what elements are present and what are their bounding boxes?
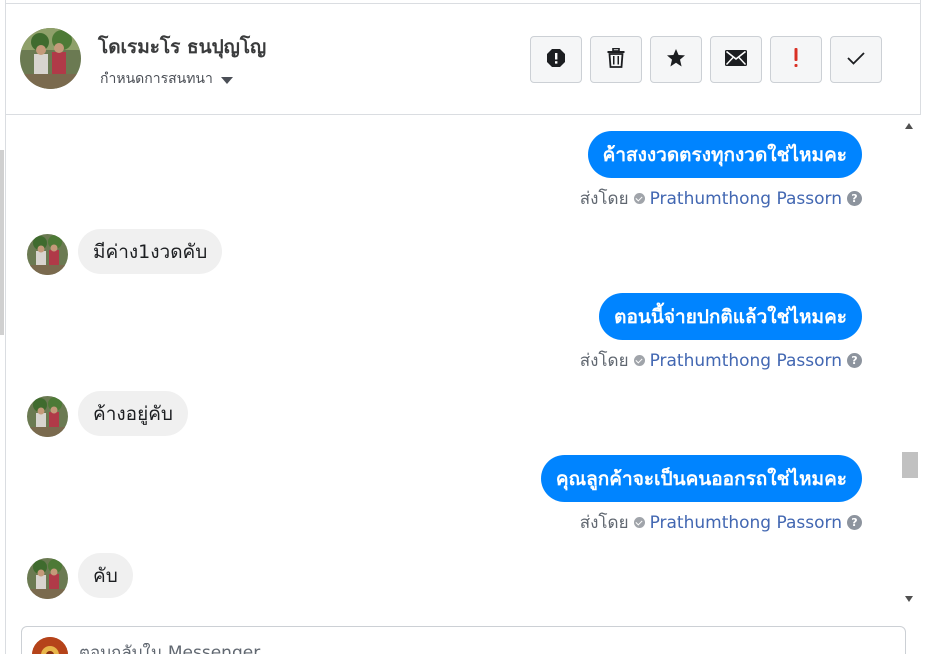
conversation-settings-label: กำหนดการสนทนา	[100, 71, 213, 87]
report-button[interactable]	[530, 36, 582, 83]
conversation-settings-dropdown[interactable]: กำหนดการสนทนา	[100, 68, 233, 90]
star-button[interactable]	[650, 36, 702, 83]
incoming-message-bubble[interactable]: มีค่าง1งวดคับ	[78, 229, 223, 274]
sent-by-line: ส่งโดย Prathumthong Passorn ?	[580, 347, 862, 374]
contact-avatar-small[interactable]	[27, 558, 68, 599]
reply-input[interactable]	[79, 643, 779, 654]
sent-by-line: ส่งโดย Prathumthong Passorn ?	[580, 185, 862, 212]
mark-done-button[interactable]	[830, 36, 882, 83]
sent-by-author-link[interactable]: Prathumthong Passorn	[650, 189, 842, 209]
action-toolbar	[530, 36, 882, 83]
sent-by-label: ส่งโดย	[579, 189, 629, 209]
question-mark-icon[interactable]: ?	[847, 515, 862, 530]
checkmark-icon	[846, 50, 866, 70]
trash-icon	[607, 47, 625, 72]
verified-check-icon	[633, 355, 645, 366]
left-panel-scroll-strip	[0, 150, 4, 335]
outgoing-message-bubble[interactable]: ค้าสงงวดตรงทุกงวดใช่ไหมคะ	[587, 131, 862, 178]
reply-composer	[21, 626, 906, 654]
mark-spam-button[interactable]	[770, 36, 822, 83]
thread-scrollbar[interactable]	[900, 115, 920, 610]
outgoing-message-bubble[interactable]: ตอนนี้จ่ายปกติแล้วใช่ไหมคะ	[599, 293, 862, 340]
question-mark-icon[interactable]: ?	[847, 191, 862, 206]
incoming-message-bubble[interactable]: ค้างอยู่คับ	[78, 391, 188, 436]
report-icon	[546, 48, 566, 72]
verified-check-icon	[633, 517, 645, 528]
sent-by-label: ส่งโดย	[579, 513, 629, 533]
page-avatar	[32, 637, 68, 654]
envelope-icon	[725, 49, 747, 70]
delete-button[interactable]	[590, 36, 642, 83]
mark-unread-button[interactable]	[710, 36, 762, 83]
contact-avatar-small[interactable]	[27, 396, 68, 437]
caret-down-icon	[220, 76, 233, 84]
message-thread[interactable]: ค้าสงงวดตรงทุกงวดใช่ไหมคะ ส่งโดย Prathum…	[6, 115, 900, 610]
sent-by-author-link[interactable]: Prathumthong Passorn	[650, 351, 842, 371]
sent-by-label: ส่งโดย	[579, 351, 629, 371]
contact-avatar-small[interactable]	[27, 234, 68, 275]
star-icon	[666, 48, 686, 72]
question-mark-icon[interactable]: ?	[847, 353, 862, 368]
outgoing-message-bubble[interactable]: คุณลูกค้าจะเป็นคนออกรถใช่ไหมคะ	[540, 455, 862, 502]
contact-avatar[interactable]	[20, 28, 81, 89]
scroll-up-arrow-icon[interactable]	[905, 123, 913, 129]
conversation-header: โดเรมะโร ธนปุญโญ กำหนดการสนทนา	[6, 4, 920, 115]
verified-check-icon	[633, 193, 645, 204]
right-border	[920, 0, 921, 115]
incoming-message-bubble[interactable]: คับ	[78, 553, 133, 598]
sent-by-line: ส่งโดย Prathumthong Passorn ?	[580, 509, 862, 536]
scrollbar-thumb[interactable]	[902, 452, 918, 478]
sent-by-author-link[interactable]: Prathumthong Passorn	[650, 513, 842, 533]
contact-name[interactable]: โดเรมะโร ธนปุญโญ	[98, 32, 266, 62]
exclamation-icon	[793, 47, 799, 72]
scroll-down-arrow-icon[interactable]	[905, 596, 913, 602]
